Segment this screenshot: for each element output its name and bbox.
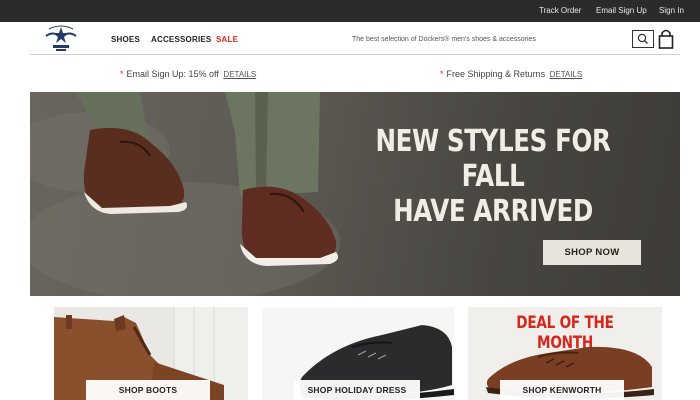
promo-email-details-link[interactable]: DETAILS	[223, 70, 256, 79]
promo-email-text: Email Sign Up: 15% off	[126, 69, 219, 79]
shop-boots-button[interactable]: SHOP BOOTS	[86, 380, 210, 400]
nav-shoes[interactable]: SHOES	[111, 35, 140, 44]
shop-holiday-dress-button[interactable]: SHOP HOLIDAY DRESS	[294, 380, 420, 400]
nav-accessories[interactable]: ACCESSORIES	[151, 35, 211, 44]
shop-now-button[interactable]: SHOP NOW	[543, 240, 641, 265]
promo-star-icon: *	[120, 69, 124, 79]
dockers-logo[interactable]	[44, 25, 78, 53]
hero-headline: NEW STYLES FOR FALL HAVE ARRIVED	[374, 124, 612, 229]
track-order-link[interactable]: Track Order	[539, 6, 581, 15]
promo-star-icon: *	[440, 69, 444, 79]
search-button[interactable]	[632, 30, 654, 48]
tile-boots[interactable]: SHOP BOOTS	[54, 307, 248, 400]
promo-shipping-details-link[interactable]: DETAILS	[550, 70, 583, 79]
shopping-bag-icon	[658, 29, 674, 49]
hero-line-2: HAVE ARRIVED	[393, 194, 593, 229]
email-signup-link[interactable]: Email Sign Up	[596, 6, 647, 15]
search-icon	[637, 33, 648, 44]
hero-banner[interactable]: NEW STYLES FOR FALL HAVE ARRIVED SHOP NO…	[30, 92, 680, 296]
tile-holiday-dress[interactable]: SHOP HOLIDAY DRESS	[262, 307, 454, 400]
nav-sale[interactable]: SALE	[216, 35, 238, 44]
shopping-bag-button[interactable]	[658, 28, 674, 50]
promo-email-signup: * Email Sign Up: 15% off DETAILS	[120, 69, 256, 79]
sign-in-link[interactable]: Sign In	[659, 6, 684, 15]
shop-kenworth-button[interactable]: SHOP KENWORTH	[500, 380, 624, 400]
main-header: SHOES ACCESSORIES SALE The best selectio…	[30, 22, 680, 55]
hero-line-1: NEW STYLES FOR FALL	[375, 124, 611, 194]
tile-deal-of-month[interactable]: DEAL OF THE MONTH SHOP KENWORTH	[468, 307, 662, 400]
promo-free-shipping: * Free Shipping & Returns DETAILS	[440, 69, 582, 79]
header-tagline: The best selection of Dockers® men's sho…	[352, 36, 536, 43]
promo-shipping-text: Free Shipping & Returns	[446, 69, 546, 79]
utility-bar: Track Order Email Sign Up Sign In	[0, 0, 700, 22]
